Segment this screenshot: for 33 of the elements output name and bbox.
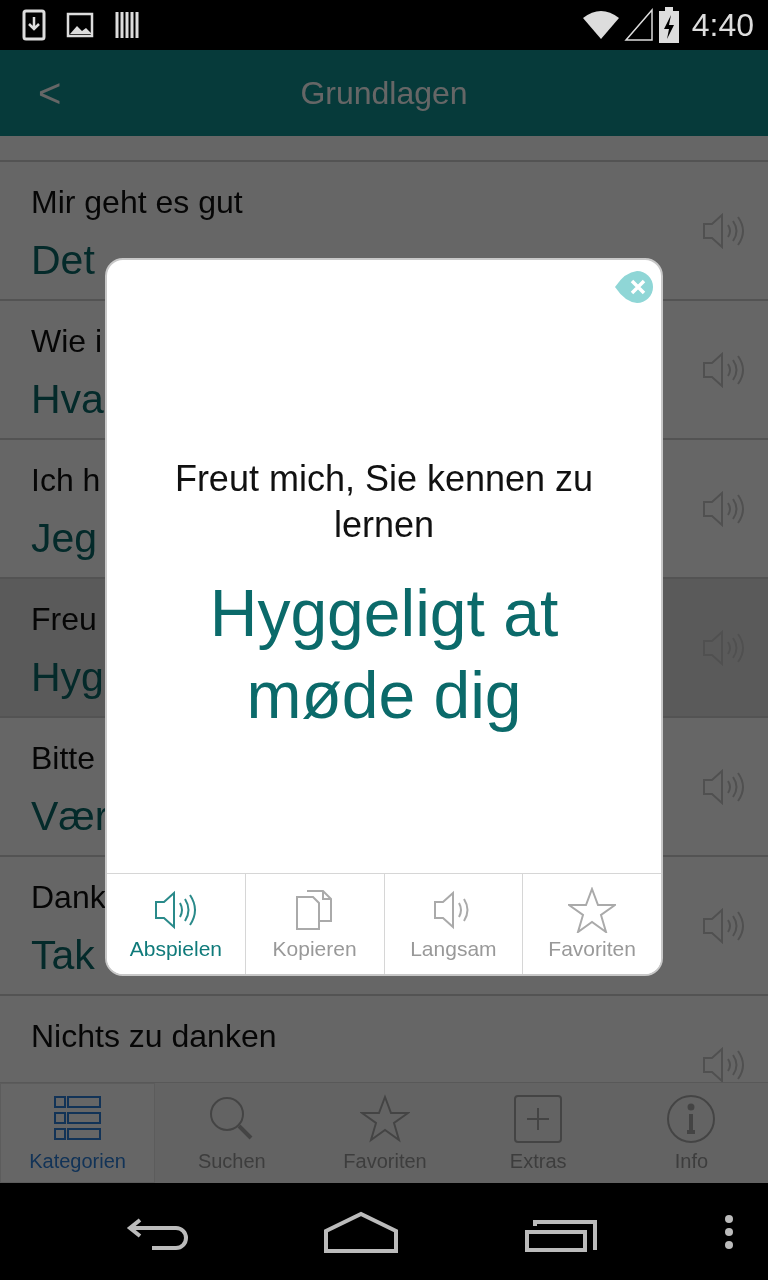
battery-icon [657,7,680,43]
tab[interactable]: Kategorien [0,1083,156,1183]
star-icon [568,887,617,933]
barcode-icon [114,10,140,40]
download-icon [22,9,46,41]
danish-phrase: Det [31,236,95,284]
danish-phrase: Jeg [31,514,98,562]
danish-phrase: Tak [31,931,95,979]
german-phrase: Nichts zu danken [31,1017,277,1056]
danish-phrase: Hva [31,375,104,423]
german-phrase: Freu [31,600,97,639]
german-phrase: Bitte [31,739,96,778]
back-button[interactable]: < [26,70,74,116]
favorite-button[interactable]: Favoriten [522,874,661,974]
status-time: 4:40 [691,6,754,44]
image-icon [66,12,94,38]
close-button[interactable] [613,270,653,304]
german-phrase: Freut mich, Sie kennen zu lernen [173,457,595,547]
wifi-icon [581,10,620,40]
info-icon [666,1093,717,1144]
german-phrase: Ich h [31,461,101,500]
screen-title: Grundlagen [300,74,468,112]
german-phrase: Mir geht es gut [31,183,243,222]
star-icon [360,1093,410,1144]
signal-icon [623,8,654,42]
plus-icon [513,1093,564,1144]
german-phrase: Wie i [31,322,103,361]
german-phrase: Dank [31,878,106,917]
danish-phrase: Vær [31,792,109,840]
danish-phrase: Hyggeligt at møde dig [208,575,560,734]
home-icon[interactable] [322,1210,399,1253]
danish-phrase: Hyg [31,653,104,701]
menu-icon[interactable] [723,1213,734,1250]
